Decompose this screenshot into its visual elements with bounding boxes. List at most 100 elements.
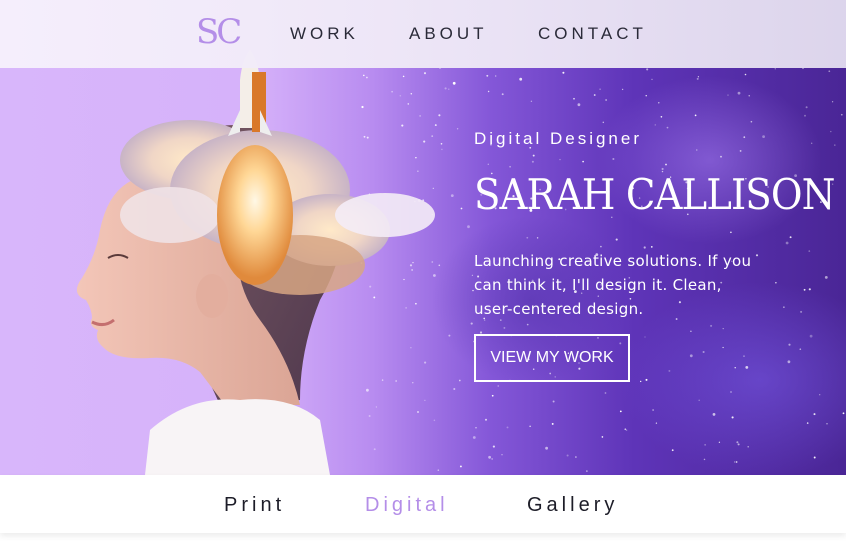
star	[460, 207, 463, 210]
star	[640, 380, 642, 383]
star	[650, 246, 653, 248]
star	[788, 343, 791, 346]
star	[665, 163, 667, 166]
star	[536, 237, 539, 239]
nav-link-work[interactable]: WORK	[290, 22, 359, 46]
star	[484, 418, 488, 421]
star	[530, 100, 533, 102]
star	[529, 425, 531, 428]
star	[842, 412, 845, 415]
star	[809, 334, 813, 338]
star	[491, 394, 494, 397]
portfolio-filter-bar: Print Digital Gallery	[0, 475, 846, 533]
star	[487, 90, 490, 93]
star	[559, 158, 561, 161]
hero-eyebrow: Digital Designer	[474, 129, 642, 148]
hero-name: SARAH CALLISON	[474, 170, 835, 219]
star	[712, 413, 716, 416]
star	[696, 149, 698, 151]
star	[803, 288, 806, 291]
hero-section	[0, 0, 846, 475]
star	[655, 422, 658, 424]
star	[566, 454, 569, 457]
star	[737, 443, 740, 446]
star	[645, 95, 647, 97]
star	[459, 465, 462, 468]
star	[811, 142, 813, 144]
star	[646, 68, 649, 71]
star	[600, 245, 602, 248]
star	[488, 455, 491, 459]
star	[703, 458, 706, 461]
star	[828, 70, 831, 73]
star	[830, 130, 832, 133]
star	[799, 348, 802, 351]
filter-digital[interactable]: Digital	[365, 492, 449, 518]
logo[interactable]: SC	[196, 12, 242, 52]
star	[813, 456, 816, 459]
star	[804, 114, 806, 117]
star	[734, 367, 736, 369]
star	[785, 241, 789, 245]
star	[467, 225, 470, 229]
hero-tagline: Launching creative solutions. If you can…	[474, 252, 752, 318]
star	[694, 114, 697, 117]
star	[573, 97, 575, 100]
star	[806, 422, 809, 424]
filter-print[interactable]: Print	[224, 492, 285, 518]
star	[621, 88, 624, 91]
star	[651, 78, 653, 81]
star	[577, 103, 581, 107]
star	[774, 68, 776, 70]
star	[471, 274, 474, 276]
star	[552, 400, 555, 403]
filter-gallery[interactable]: Gallery	[527, 492, 618, 518]
star	[575, 456, 577, 458]
star	[831, 101, 834, 103]
star	[605, 99, 607, 101]
star	[730, 391, 732, 393]
nav-link-about[interactable]: ABOUT	[409, 22, 488, 46]
star	[737, 91, 741, 95]
star	[775, 282, 777, 284]
view-my-work-button[interactable]: VIEW MY WORK	[474, 334, 630, 382]
star	[783, 306, 785, 308]
star	[722, 327, 724, 330]
star	[834, 144, 836, 146]
star	[727, 94, 729, 96]
star	[696, 77, 699, 80]
star	[532, 154, 535, 157]
star	[486, 74, 489, 77]
star	[747, 445, 749, 448]
star	[586, 470, 588, 472]
star	[582, 160, 584, 163]
star	[501, 454, 503, 456]
star	[748, 95, 750, 97]
star	[519, 77, 523, 81]
star	[813, 413, 816, 416]
star	[652, 409, 654, 411]
star	[743, 136, 746, 139]
star	[787, 360, 791, 364]
star	[492, 445, 495, 448]
star	[690, 330, 692, 333]
star	[710, 324, 713, 327]
star	[750, 120, 753, 123]
star	[593, 94, 596, 96]
star	[612, 157, 615, 161]
star	[697, 76, 700, 78]
star	[601, 436, 604, 438]
star	[551, 422, 554, 425]
star	[743, 355, 745, 357]
star	[698, 399, 700, 402]
star	[762, 135, 765, 139]
star	[808, 250, 811, 252]
star	[495, 75, 497, 77]
star	[735, 461, 738, 463]
star	[526, 323, 529, 326]
star	[545, 446, 548, 450]
nav-link-contact[interactable]: CONTACT	[538, 22, 647, 46]
star	[704, 444, 706, 446]
star	[733, 461, 736, 463]
star	[615, 238, 618, 241]
